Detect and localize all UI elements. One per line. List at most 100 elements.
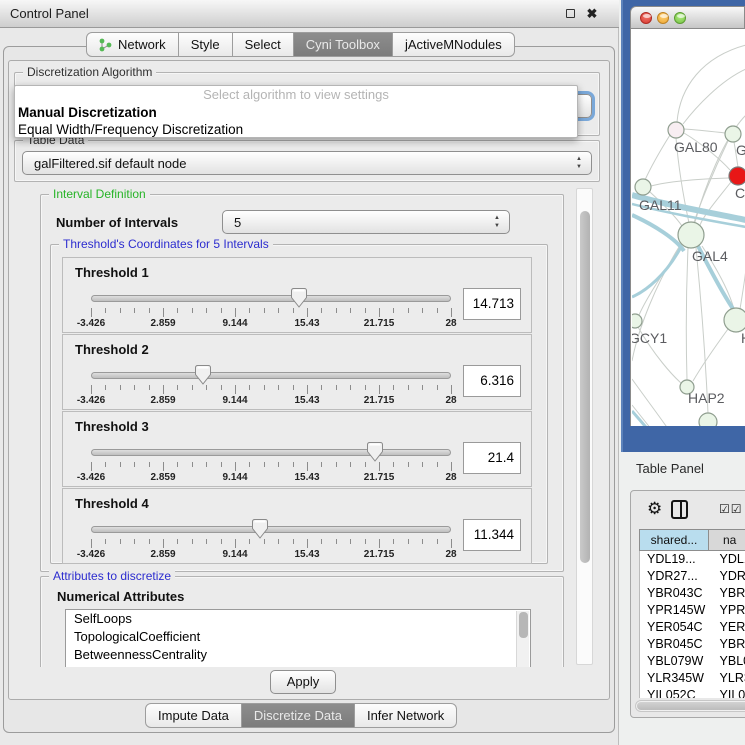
tick-label: -3.426 xyxy=(77,472,105,483)
threshold-value-field[interactable]: 6.316 xyxy=(463,365,521,397)
network-edge[interactable] xyxy=(696,248,708,413)
network-view-canvas[interactable]: GAL80GACGAL11GAL4GCY1HHAP2 xyxy=(630,29,745,426)
tab-label: jActiveMNodules xyxy=(405,37,502,52)
zoom-traffic-light-icon[interactable] xyxy=(674,12,686,24)
tab-cyni-toolbox[interactable]: Cyni Toolbox xyxy=(294,32,393,57)
table-row[interactable]: YBR045CYBR0 xyxy=(640,636,745,653)
dropdown-item[interactable]: Equal Width/Frequency Discretization xyxy=(15,121,577,138)
threshold-slider[interactable]: -3.4262.8599.14415.4321.71528 xyxy=(91,444,451,484)
spinner-arrows-icon[interactable]: ▲▼ xyxy=(494,214,500,230)
bottom-tab-discretize-data[interactable]: Discretize Data xyxy=(242,703,355,728)
network-edge[interactable] xyxy=(677,45,745,122)
network-node-gal11[interactable] xyxy=(635,179,651,195)
table-row[interactable]: YIL052CYIL0 xyxy=(640,687,745,698)
tick-mark xyxy=(408,385,409,390)
num-intervals-spinner[interactable]: 5 ▲▼ xyxy=(222,210,510,234)
column-layout-icon[interactable] xyxy=(671,500,688,519)
dropdown-placeholder-item[interactable]: Select algorithm to view settings xyxy=(15,86,577,104)
attribute-list-item[interactable]: TopologicalCoefficient xyxy=(66,628,530,646)
attribute-list-item[interactable]: BetweennessCentrality xyxy=(66,646,530,664)
table-data-combobox[interactable]: galFiltered.sif default node ▲▼ xyxy=(22,151,592,175)
network-node-h[interactable] xyxy=(724,308,745,332)
tick-mark xyxy=(192,385,193,390)
table-row[interactable]: YLR345WYLR3 xyxy=(640,670,745,687)
tick-mark xyxy=(293,308,294,313)
close-traffic-light-icon[interactable] xyxy=(640,12,652,24)
table-row[interactable]: YDR27...YDR2 xyxy=(640,568,745,585)
tick-mark xyxy=(336,308,337,313)
tick-mark xyxy=(336,462,337,467)
network-node-c[interactable] xyxy=(729,167,745,185)
settings-vertical-scrollbar[interactable] xyxy=(576,188,593,665)
tick-mark xyxy=(278,385,279,390)
numerical-attributes-list[interactable]: SelfLoopsTopologicalCoefficientBetweenne… xyxy=(65,609,531,667)
column-header-name[interactable]: na xyxy=(709,529,745,551)
tick-label: 21.715 xyxy=(364,318,395,329)
network-edge[interactable] xyxy=(693,329,728,381)
tick-mark xyxy=(408,462,409,467)
settings-gear-icon[interactable]: ⚙ xyxy=(647,499,662,519)
attribute-list-item[interactable]: SelfLoops xyxy=(66,610,530,628)
tick-mark xyxy=(437,308,438,313)
network-edge[interactable] xyxy=(686,248,688,380)
tick-mark xyxy=(321,539,322,544)
network-node-gcy1[interactable] xyxy=(632,314,642,328)
tick-mark xyxy=(105,385,106,390)
table-horizontal-scrollbar[interactable] xyxy=(635,700,745,712)
tick-label: 21.715 xyxy=(364,549,395,560)
tick-label: 28 xyxy=(445,395,456,406)
tick-mark xyxy=(134,308,135,313)
tick-mark xyxy=(163,308,164,317)
network-edge[interactable] xyxy=(632,405,672,426)
table-row[interactable]: YPR145WYPR1 xyxy=(640,602,745,619)
tab-network[interactable]: Network xyxy=(86,32,179,57)
threshold-slider[interactable]: -3.4262.8599.14415.4321.71528 xyxy=(91,521,451,561)
close-icon[interactable]: ✖ xyxy=(585,7,599,21)
threshold-slider[interactable]: -3.4262.8599.14415.4321.71528 xyxy=(91,290,451,330)
tick-mark xyxy=(451,385,452,394)
tick-label: 2.859 xyxy=(150,318,175,329)
network-node-ga[interactable] xyxy=(725,126,741,142)
network-node[interactable] xyxy=(699,413,717,426)
attributes-scrollbar[interactable] xyxy=(516,611,529,667)
network-edge[interactable] xyxy=(684,129,725,133)
network-node-gal80[interactable] xyxy=(668,122,684,138)
network-edge[interactable] xyxy=(740,269,745,309)
apply-button[interactable]: Apply xyxy=(270,670,336,694)
tab-jactivemnodules[interactable]: jActiveMNodules xyxy=(393,32,515,57)
minimize-traffic-light-icon[interactable] xyxy=(657,12,669,24)
checkbox-icons[interactable]: ☑☑ xyxy=(719,502,743,516)
table-row[interactable]: YBR043CYBR0 xyxy=(640,585,745,602)
network-edge[interactable] xyxy=(651,178,729,186)
table-row[interactable]: YER054CYER0 xyxy=(640,619,745,636)
scrollbar-thumb[interactable] xyxy=(580,211,590,563)
bottom-tab-impute-data[interactable]: Impute Data xyxy=(145,703,242,728)
table-row[interactable]: YBL079WYBL0 xyxy=(640,653,745,670)
float-window-icon[interactable] xyxy=(563,7,577,21)
threshold-value-field[interactable]: 14.713 xyxy=(463,288,521,320)
tab-select[interactable]: Select xyxy=(233,32,294,57)
network-edge[interactable] xyxy=(683,69,745,124)
dropdown-item[interactable]: Manual Discretization xyxy=(15,104,577,121)
cell-shared-name: YLR345W xyxy=(640,670,710,687)
scrollbar-thumb[interactable] xyxy=(637,702,745,710)
column-header-shared-name[interactable]: shared... xyxy=(639,529,709,551)
network-edge-highlighted[interactable] xyxy=(632,215,684,251)
threshold-panel: Threshold 4-3.4262.8599.14415.4321.71528… xyxy=(62,488,532,564)
table-panel-toolbar: ⚙ ☑☑ xyxy=(631,491,745,529)
threshold-slider[interactable]: -3.4262.8599.14415.4321.71528 xyxy=(91,367,451,407)
tick-mark xyxy=(249,462,250,467)
bottom-tab-infer-network[interactable]: Infer Network xyxy=(355,703,457,728)
threshold-value-field[interactable]: 11.344 xyxy=(463,519,521,551)
tab-style[interactable]: Style xyxy=(179,32,233,57)
tick-label: 15.43 xyxy=(294,318,319,329)
tick-mark xyxy=(264,308,265,313)
network-node-gal4[interactable] xyxy=(678,222,704,248)
network-edge[interactable] xyxy=(645,135,670,180)
tick-mark xyxy=(278,308,279,313)
table-row[interactable]: YDL19...YDL1 xyxy=(640,551,745,568)
spinner-arrows-icon[interactable]: ▲▼ xyxy=(576,155,582,171)
network-edge-highlighted[interactable] xyxy=(632,411,667,426)
tick-mark xyxy=(393,462,394,467)
threshold-value-field[interactable]: 21.4 xyxy=(463,442,521,474)
